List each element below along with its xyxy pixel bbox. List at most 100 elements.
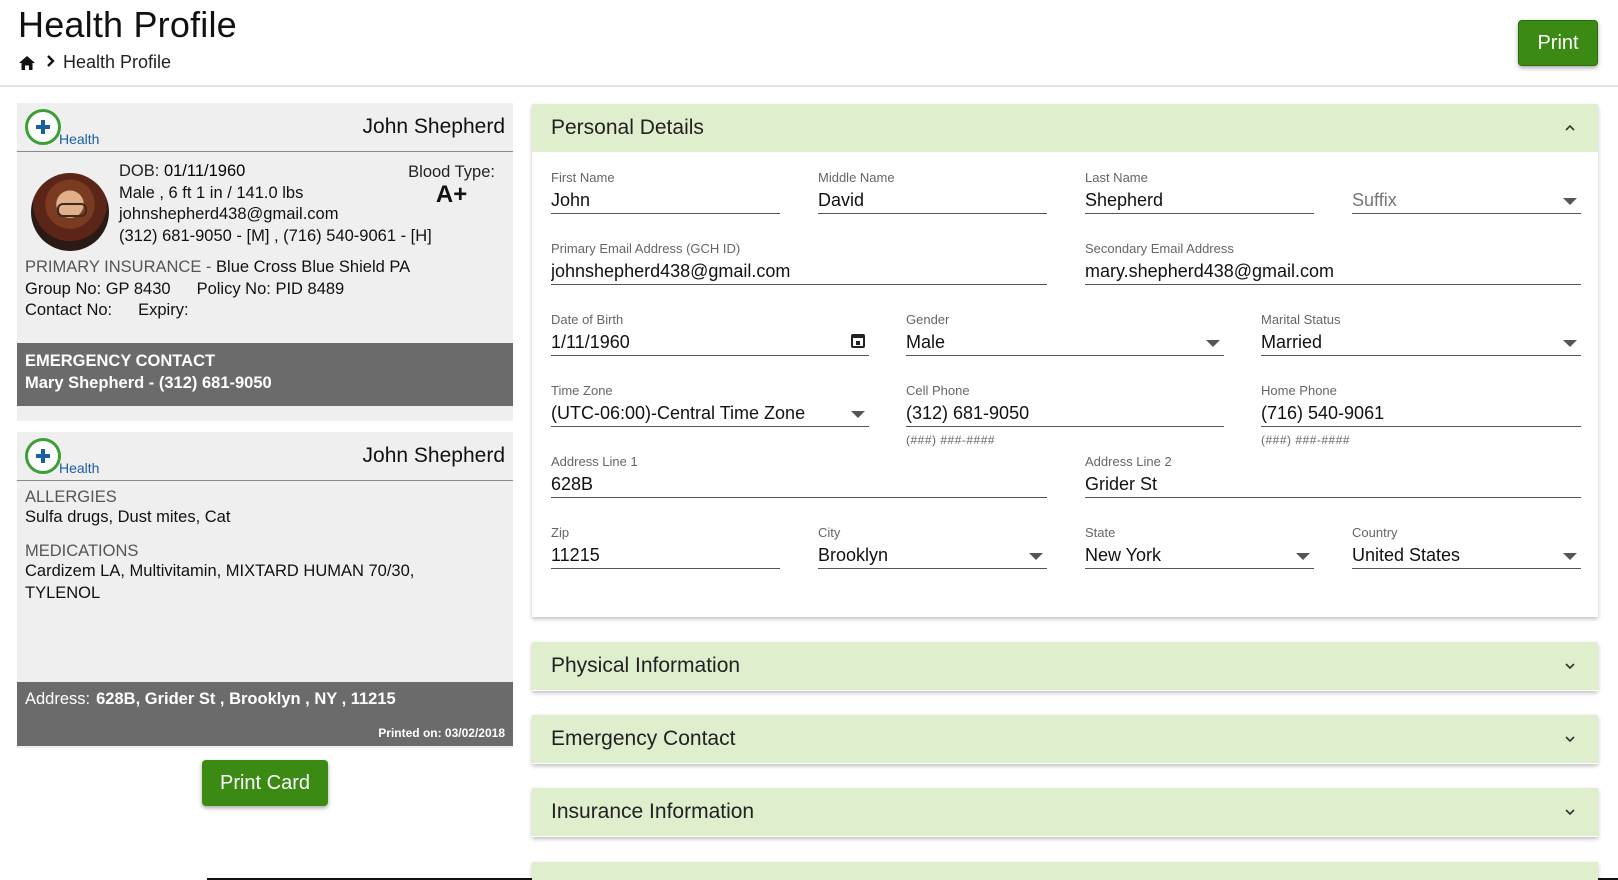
allergies-label: ALLERGIES bbox=[25, 488, 117, 506]
home-icon[interactable] bbox=[18, 54, 38, 72]
insurance-information-panel[interactable]: Insurance Information bbox=[532, 788, 1598, 837]
print-button[interactable]: Print bbox=[1518, 20, 1598, 66]
state-select[interactable]: State New York bbox=[1085, 525, 1314, 569]
medications-value: Cardizem LA, Multivitamin, MIXTARD HUMAN… bbox=[25, 562, 415, 602]
home-phone-hint: (###) ###-#### bbox=[1261, 433, 1351, 447]
next-section-panel[interactable] bbox=[532, 862, 1598, 880]
dropdown-caret-icon[interactable] bbox=[1563, 340, 1577, 347]
policy-label: Policy No: bbox=[196, 279, 271, 298]
cell-phone-field[interactable]: Cell Phone (312) 681-9050 (###) ###-#### bbox=[906, 383, 1224, 447]
zip-input[interactable]: 11215 bbox=[551, 541, 780, 569]
dropdown-caret-icon[interactable] bbox=[1563, 553, 1577, 560]
gender-select[interactable]: Gender Male bbox=[906, 312, 1224, 356]
patient-info: DOB: 01/11/1960 Male , 6 ft 1 in / 141.0… bbox=[119, 161, 432, 247]
page-title: Health Profile bbox=[18, 4, 237, 45]
address-line1-input[interactable]: 628B bbox=[551, 470, 1047, 498]
emergency-contact-bar: EMERGENCY CONTACT Mary Shepherd - (312) … bbox=[17, 343, 513, 406]
emergency-contact-header[interactable]: Emergency Contact bbox=[532, 715, 1598, 763]
first-name-input[interactable]: John bbox=[551, 186, 780, 214]
country-select[interactable]: Country United States bbox=[1352, 525, 1581, 569]
field-label: Home Phone bbox=[1261, 383, 1337, 398]
field-label: Marital Status bbox=[1261, 312, 1341, 327]
address-value: 628B, Grider St , Brooklyn , NY , 11215 bbox=[96, 690, 396, 708]
field-label: First Name bbox=[551, 170, 615, 185]
dropdown-caret-icon[interactable] bbox=[1563, 198, 1577, 205]
print-card-button[interactable]: Print Card bbox=[202, 760, 328, 806]
chevron-down-icon[interactable] bbox=[1564, 806, 1576, 818]
emergency-title: EMERGENCY CONTACT bbox=[25, 352, 216, 370]
first-name-field[interactable]: First Name John bbox=[551, 170, 780, 214]
address-line2-field[interactable]: Address Line 2 Grider St bbox=[1085, 454, 1581, 498]
allergies-value: Sulfa drugs, Dust mites, Cat bbox=[25, 508, 231, 526]
field-label: State bbox=[1085, 525, 1116, 540]
printed-on: Printed on: 03/02/2018 bbox=[378, 726, 505, 740]
breadcrumb-current: Health Profile bbox=[63, 52, 172, 72]
next-section-header[interactable] bbox=[532, 862, 1598, 880]
personal-details-panel: Personal Details First Name John Middle … bbox=[532, 104, 1598, 617]
last-name-field[interactable]: Last Name Shepherd bbox=[1085, 170, 1314, 214]
card-header: Health John Shepherd bbox=[17, 432, 513, 481]
dropdown-caret-icon[interactable] bbox=[1296, 553, 1310, 560]
physical-information-header[interactable]: Physical Information bbox=[532, 642, 1598, 690]
health-card-front: Health John Shepherd DOB: 01/11/1960 Mal… bbox=[17, 103, 513, 421]
home-phone-field[interactable]: Home Phone (716) 540-9061 (###) ###-#### bbox=[1261, 383, 1581, 447]
secondary-email-input[interactable]: mary.shepherd438@gmail.com bbox=[1085, 257, 1581, 285]
city-value: Brooklyn bbox=[818, 545, 889, 565]
dropdown-caret-icon[interactable] bbox=[1206, 340, 1220, 347]
dob-input[interactable]: 1/11/1960 bbox=[551, 332, 630, 352]
gender-value: Male bbox=[906, 332, 946, 352]
patient-email: johnshepherd438@gmail.com bbox=[119, 205, 339, 223]
primary-email-input[interactable]: johnshepherd438@gmail.com bbox=[551, 257, 1047, 285]
address-bar: Address: 628B, Grider St , Brooklyn , NY … bbox=[17, 682, 513, 746]
health-logo-icon: Health bbox=[25, 438, 100, 476]
chevron-down-icon[interactable] bbox=[1564, 660, 1576, 672]
logo-text: Health bbox=[59, 460, 100, 476]
marital-status-select[interactable]: Marital Status Married bbox=[1261, 312, 1581, 356]
city-select[interactable]: City Brooklyn bbox=[818, 525, 1047, 569]
secondary-email-field[interactable]: Secondary Email Address mary.shepherd438… bbox=[1085, 241, 1581, 285]
address-line1-field[interactable]: Address Line 1 628B bbox=[551, 454, 1047, 498]
primary-email-field[interactable]: Primary Email Address (GCH ID) johnsheph… bbox=[551, 241, 1047, 285]
country-value: United States bbox=[1352, 545, 1461, 565]
breadcrumb: Health Profile bbox=[18, 52, 171, 73]
cell-phone-hint: (###) ###-#### bbox=[906, 433, 996, 447]
cell-phone-input[interactable]: (312) 681-9050 bbox=[906, 399, 1224, 427]
page-header: Health Profile Health Profile Print bbox=[0, 0, 1618, 87]
field-label: Secondary Email Address bbox=[1085, 241, 1234, 256]
last-name-input[interactable]: Shepherd bbox=[1085, 186, 1314, 214]
chevron-down-icon[interactable] bbox=[1564, 733, 1576, 745]
address-line2-input[interactable]: Grider St bbox=[1085, 470, 1581, 498]
insurance-information-header[interactable]: Insurance Information bbox=[532, 788, 1598, 836]
group-label: Group No: bbox=[25, 279, 102, 298]
timezone-select[interactable]: Time Zone (UTC-06:00)-Central Time Zone bbox=[551, 383, 869, 427]
insurance-value: Blue Cross Blue Shield PA bbox=[216, 258, 411, 276]
emergency-contact-panel[interactable]: Emergency Contact bbox=[532, 715, 1598, 764]
calendar-icon[interactable] bbox=[851, 334, 865, 348]
suffix-select[interactable]: Suffix bbox=[1352, 170, 1581, 214]
logo-text: Health bbox=[59, 131, 100, 147]
avatar bbox=[31, 173, 109, 251]
field-label: Zip bbox=[551, 525, 570, 540]
field-label: Date of Birth bbox=[551, 312, 624, 327]
home-phone-input[interactable]: (716) 540-9061 bbox=[1261, 399, 1581, 427]
physical-information-panel[interactable]: Physical Information bbox=[532, 642, 1598, 691]
dropdown-caret-icon[interactable] bbox=[1029, 553, 1043, 560]
chevron-up-icon[interactable] bbox=[1564, 122, 1576, 134]
middle-name-input[interactable]: David bbox=[818, 186, 1047, 214]
field-label: Middle Name bbox=[818, 170, 895, 185]
field-label: Time Zone bbox=[551, 383, 613, 398]
personal-details-header[interactable]: Personal Details bbox=[532, 104, 1598, 152]
dob-field[interactable]: Date of Birth 1/11/1960 bbox=[551, 312, 869, 356]
health-logo-icon: Health bbox=[25, 109, 100, 147]
dropdown-caret-icon[interactable] bbox=[851, 411, 865, 418]
health-card-back: Health John Shepherd ALLERGIES Sulfa dru… bbox=[17, 432, 513, 748]
middle-name-field[interactable]: Middle Name David bbox=[818, 170, 1047, 214]
group-value: GP 8430 bbox=[105, 279, 171, 298]
insurance-label: PRIMARY INSURANCE - bbox=[25, 258, 212, 276]
field-label: Primary Email Address (GCH ID) bbox=[551, 241, 741, 256]
insurance-info: PRIMARY INSURANCE - Blue Cross Blue Shie… bbox=[25, 257, 410, 322]
zip-field[interactable]: Zip 11215 bbox=[551, 525, 780, 569]
panel-title: Personal Details bbox=[551, 116, 704, 139]
dob-value: 01/11/1960 bbox=[163, 162, 246, 180]
field-label: Cell Phone bbox=[906, 383, 970, 398]
